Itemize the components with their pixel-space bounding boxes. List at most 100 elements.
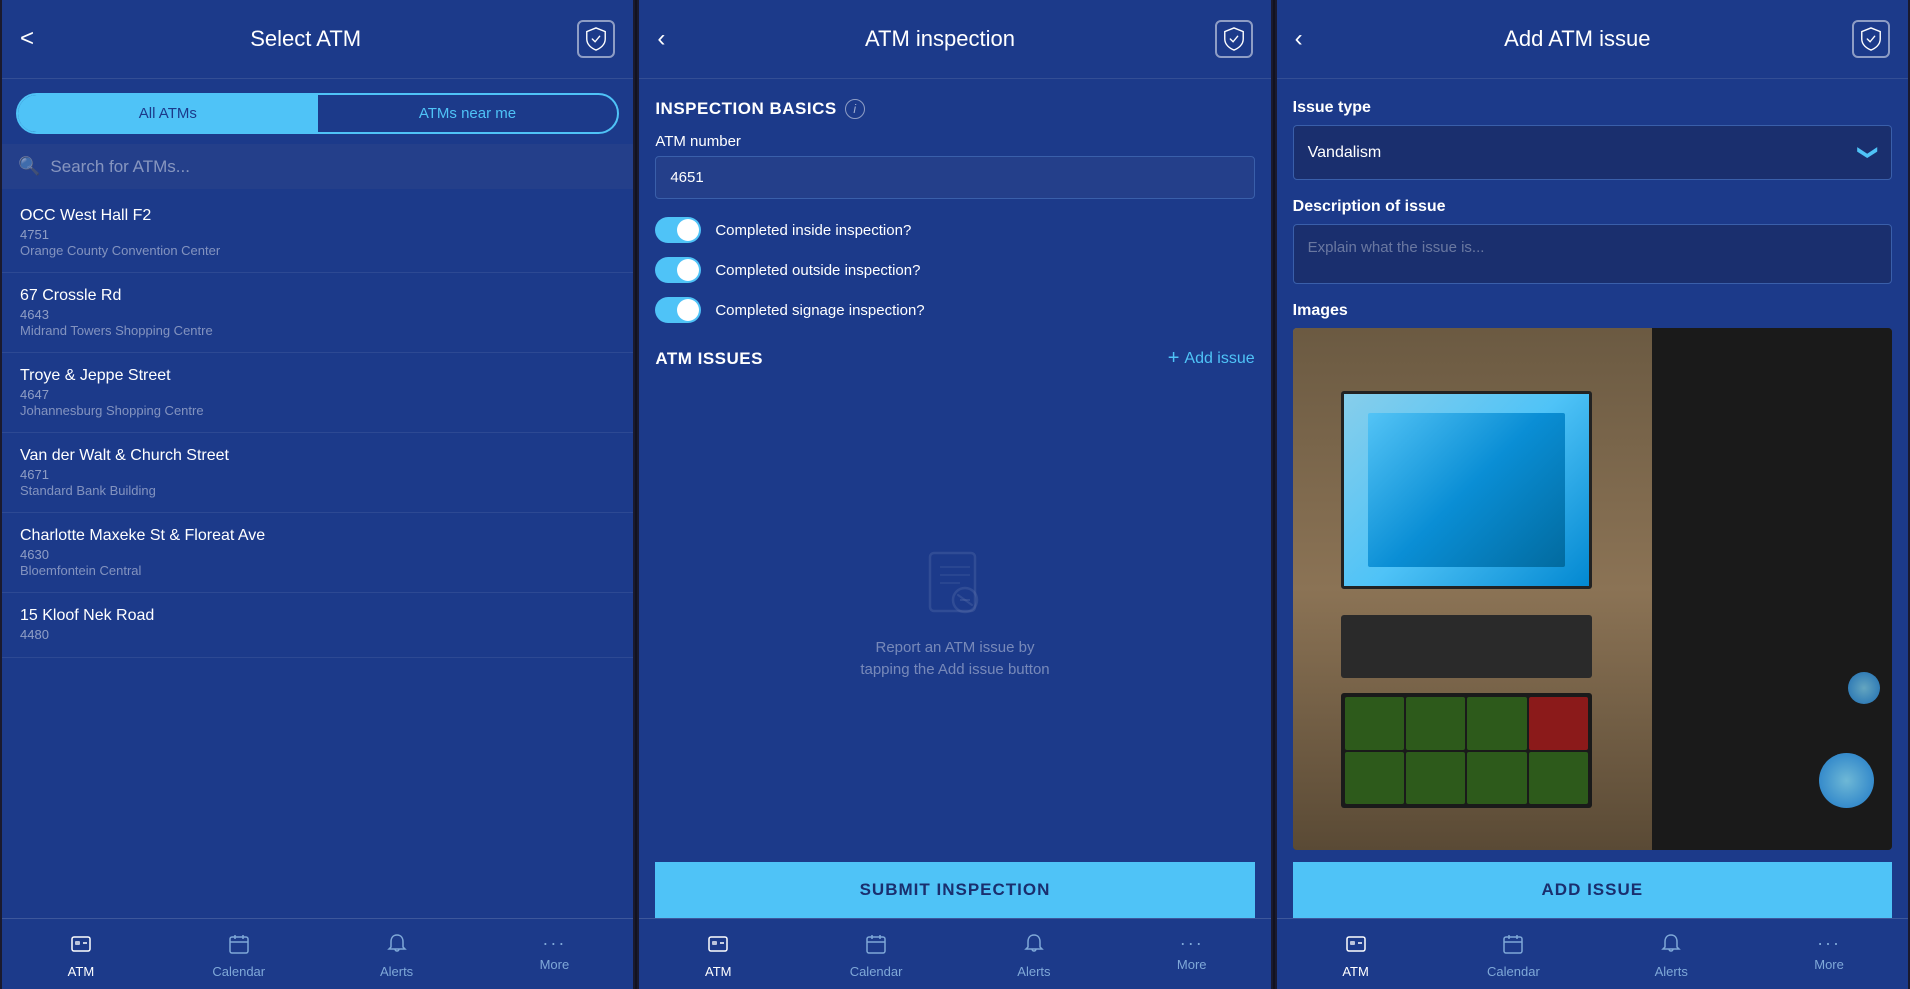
plus-icon: +: [1168, 347, 1180, 370]
nav-label-atm: ATM: [1342, 964, 1368, 979]
atm-code: 4643: [20, 307, 615, 322]
atm-name: Troye & Jeppe Street: [20, 367, 615, 385]
alerts-nav-icon: [386, 933, 408, 961]
add-issue-button[interactable]: + Add issue: [1168, 347, 1255, 370]
empty-state-icon: [915, 545, 995, 625]
screen1-title: Select ATM: [34, 26, 577, 52]
atm-image[interactable]: [1293, 328, 1892, 850]
calendar-nav-icon: [865, 933, 887, 961]
shield-icon: [1223, 27, 1245, 51]
atm-name: Charlotte Maxeke St & Floreat Ave: [20, 527, 615, 545]
atm-location: Bloemfontein Central: [20, 563, 615, 578]
search-placeholder-text: Search for ATMs...: [50, 157, 190, 177]
more-nav-icon: ···: [1180, 933, 1204, 954]
screen3-back-button[interactable]: ‹: [1295, 25, 1303, 53]
screen2-atm-inspection: ‹ ATM inspection INSPECTION BASICS i ATM…: [639, 0, 1270, 989]
search-bar[interactable]: 🔍 Search for ATMs...: [2, 144, 633, 189]
toggle-signage-label: Completed signage inspection?: [715, 302, 924, 319]
more-nav-icon: ···: [542, 933, 566, 954]
nav-label-alerts: Alerts: [1017, 964, 1050, 979]
atm-code: 4630: [20, 547, 615, 562]
blue-orb-small: [1848, 672, 1880, 704]
alerts-nav-icon: [1023, 933, 1045, 961]
screen3-logo: [1852, 20, 1890, 58]
tab-all-atms[interactable]: All ATMs: [18, 95, 318, 132]
toggle-outside: Completed outside inspection?: [655, 257, 1254, 283]
toggle-inside-label: Completed inside inspection?: [715, 222, 911, 239]
add-issue-action-button[interactable]: ADD ISSUE: [1293, 862, 1892, 918]
add-issue-label: Add issue: [1184, 350, 1254, 368]
images-label: Images: [1293, 302, 1892, 320]
issue-type-dropdown[interactable]: Vandalism ❯: [1293, 125, 1892, 180]
nav-item-more[interactable]: ··· More: [1750, 927, 1908, 985]
screen2-title: ATM inspection: [665, 26, 1214, 52]
empty-state: Report an ATM issue by tapping the Add i…: [655, 384, 1254, 862]
atm-name: Van der Walt & Church Street: [20, 447, 615, 465]
screen3-add-issue: ‹ Add ATM issue Issue type Vandalism ❯ D…: [1277, 0, 1908, 989]
screen2-bottom-nav: ATM Calendar Alerts ··: [639, 918, 1270, 989]
nav-item-alerts[interactable]: Alerts: [1592, 927, 1750, 985]
nav-item-alerts[interactable]: Alerts: [318, 927, 476, 985]
atm-name: 67 Crossle Rd: [20, 287, 615, 305]
screen1-logo: [577, 20, 615, 58]
nav-item-more[interactable]: ··· More: [475, 927, 633, 985]
nav-item-calendar[interactable]: Calendar: [160, 927, 318, 985]
list-item[interactable]: 67 Crossle Rd 4643 Midrand Towers Shoppi…: [2, 273, 633, 353]
atm-code: 4751: [20, 227, 615, 242]
nav-item-more[interactable]: ··· More: [1113, 927, 1271, 985]
toggle-signage-switch[interactable]: [655, 297, 701, 323]
chevron-down-icon: ❯: [1856, 144, 1881, 161]
list-item[interactable]: Troye & Jeppe Street 4647 Johannesburg S…: [2, 353, 633, 433]
screen2-back-button[interactable]: ‹: [657, 25, 665, 53]
description-label: Description of issue: [1293, 198, 1892, 216]
list-item[interactable]: Van der Walt & Church Street 4671 Standa…: [2, 433, 633, 513]
atm-nav-icon: [707, 933, 729, 961]
search-icon: 🔍: [18, 156, 40, 177]
description-field[interactable]: Explain what the issue is...: [1293, 224, 1892, 284]
atm-location: Johannesburg Shopping Centre: [20, 403, 615, 418]
screen1-back-button[interactable]: <: [20, 25, 34, 53]
screen3-header: ‹ Add ATM issue: [1277, 0, 1908, 79]
atm-issues-title: ATM ISSUES: [655, 349, 763, 369]
info-icon[interactable]: i: [845, 99, 865, 119]
atm-nav-icon: [1345, 933, 1367, 961]
calendar-nav-icon: [1502, 933, 1524, 961]
atm-code: 4647: [20, 387, 615, 402]
nav-label-alerts: Alerts: [380, 964, 413, 979]
nav-item-calendar[interactable]: Calendar: [797, 927, 955, 985]
nav-item-atm[interactable]: ATM: [639, 927, 797, 985]
alerts-nav-icon: [1660, 933, 1682, 961]
inspection-basics-title: INSPECTION BASICS: [655, 99, 836, 119]
nav-label-calendar: Calendar: [1487, 964, 1540, 979]
shield-icon: [585, 27, 607, 51]
shield-icon: [1860, 27, 1882, 51]
toggle-outside-label: Completed outside inspection?: [715, 262, 920, 279]
atm-number-label: ATM number: [655, 133, 1254, 150]
screen1-body: All ATMs ATMs near me 🔍 Search for ATMs.…: [2, 79, 633, 918]
screen1-header: < Select ATM: [2, 0, 633, 79]
screen2-header: ‹ ATM inspection: [639, 0, 1270, 79]
submit-inspection-button[interactable]: SUBMIT INSPECTION: [655, 862, 1254, 918]
nav-item-calendar[interactable]: Calendar: [1434, 927, 1592, 985]
atm-list: OCC West Hall F2 4751 Orange County Conv…: [2, 193, 633, 918]
nav-item-alerts[interactable]: Alerts: [955, 927, 1113, 985]
list-item[interactable]: 15 Kloof Nek Road 4480: [2, 593, 633, 658]
nav-label-alerts: Alerts: [1655, 964, 1688, 979]
nav-label-atm: ATM: [68, 964, 94, 979]
toggle-outside-switch[interactable]: [655, 257, 701, 283]
list-item[interactable]: Charlotte Maxeke St & Floreat Ave 4630 B…: [2, 513, 633, 593]
inspection-basics-header: INSPECTION BASICS i: [655, 99, 1254, 119]
atm-number-field[interactable]: 4651: [655, 156, 1254, 199]
screen3-bottom-nav: ATM Calendar Alerts ··: [1277, 918, 1908, 989]
tab-row: All ATMs ATMs near me: [16, 93, 619, 134]
nav-item-atm[interactable]: ATM: [1277, 927, 1435, 985]
nav-item-atm[interactable]: ATM: [2, 927, 160, 985]
screen3-title: Add ATM issue: [1303, 26, 1852, 52]
list-item[interactable]: OCC West Hall F2 4751 Orange County Conv…: [2, 193, 633, 273]
screen1-bottom-nav: ATM Calendar Alerts ··: [2, 918, 633, 989]
tab-atms-near-me[interactable]: ATMs near me: [318, 95, 618, 132]
toggle-inside-switch[interactable]: [655, 217, 701, 243]
issue-type-label: Issue type: [1293, 99, 1892, 117]
nav-label-calendar: Calendar: [850, 964, 903, 979]
blue-orb-large: [1819, 753, 1874, 808]
